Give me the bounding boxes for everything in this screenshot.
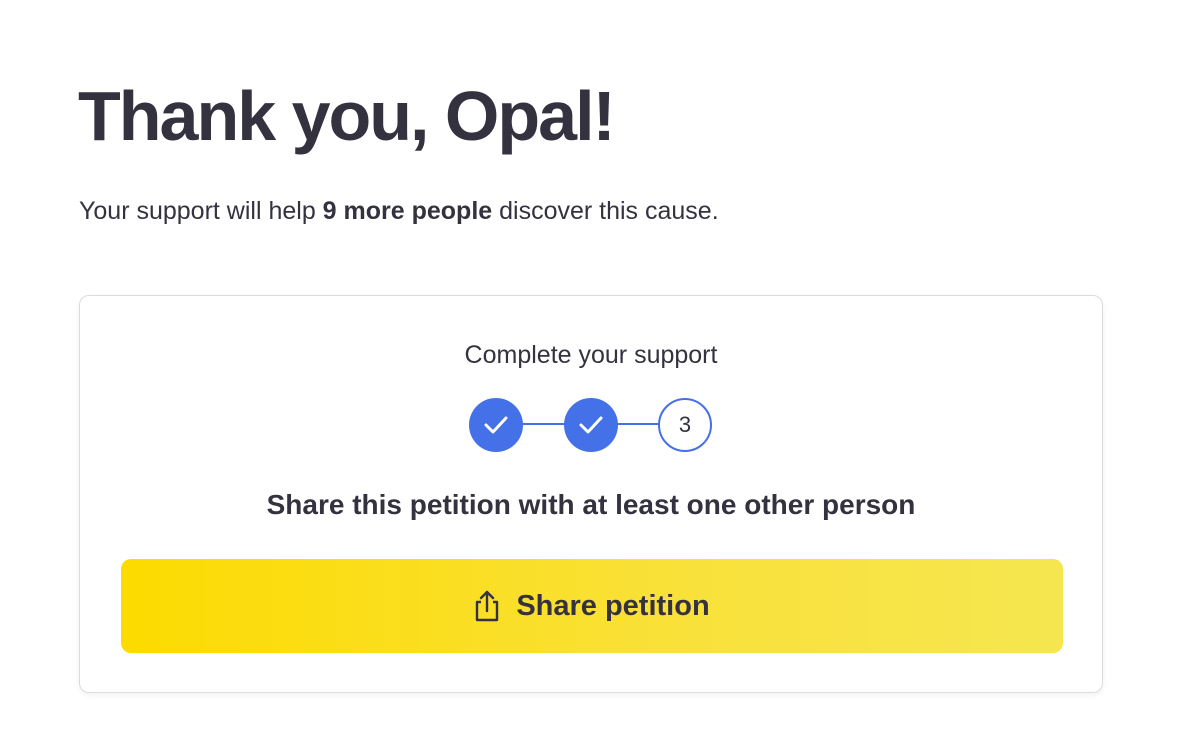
step-2-completed <box>564 398 618 452</box>
step-1-completed <box>469 398 523 452</box>
card-title: Complete your support <box>464 341 718 369</box>
share-petition-button[interactable]: Share petition <box>121 559 1063 653</box>
step-3-current: 3 <box>658 398 712 452</box>
subtitle-suffix: discover this cause. <box>492 197 719 225</box>
complete-support-card: Complete your support 3 Share this petit… <box>79 295 1103 693</box>
thank-you-page: Thank you, Opal! Your support will help … <box>0 0 1200 752</box>
people-count: 9 more people <box>322 197 493 225</box>
progress-stepper: 3 <box>469 397 713 452</box>
support-impact-text: Your support will help 9 more people dis… <box>79 195 719 228</box>
checkmark-icon <box>484 416 508 434</box>
step-number: 3 <box>678 412 692 437</box>
checkmark-icon <box>579 416 603 434</box>
share-icon <box>476 590 499 622</box>
share-instruction: Share this petition with at least one ot… <box>266 489 916 520</box>
step-connector <box>519 423 565 425</box>
subtitle-prefix: Your support will help <box>79 197 323 225</box>
share-button-label: Share petition <box>516 589 710 622</box>
step-connector <box>615 423 659 425</box>
page-title: Thank you, Opal! <box>78 77 616 155</box>
